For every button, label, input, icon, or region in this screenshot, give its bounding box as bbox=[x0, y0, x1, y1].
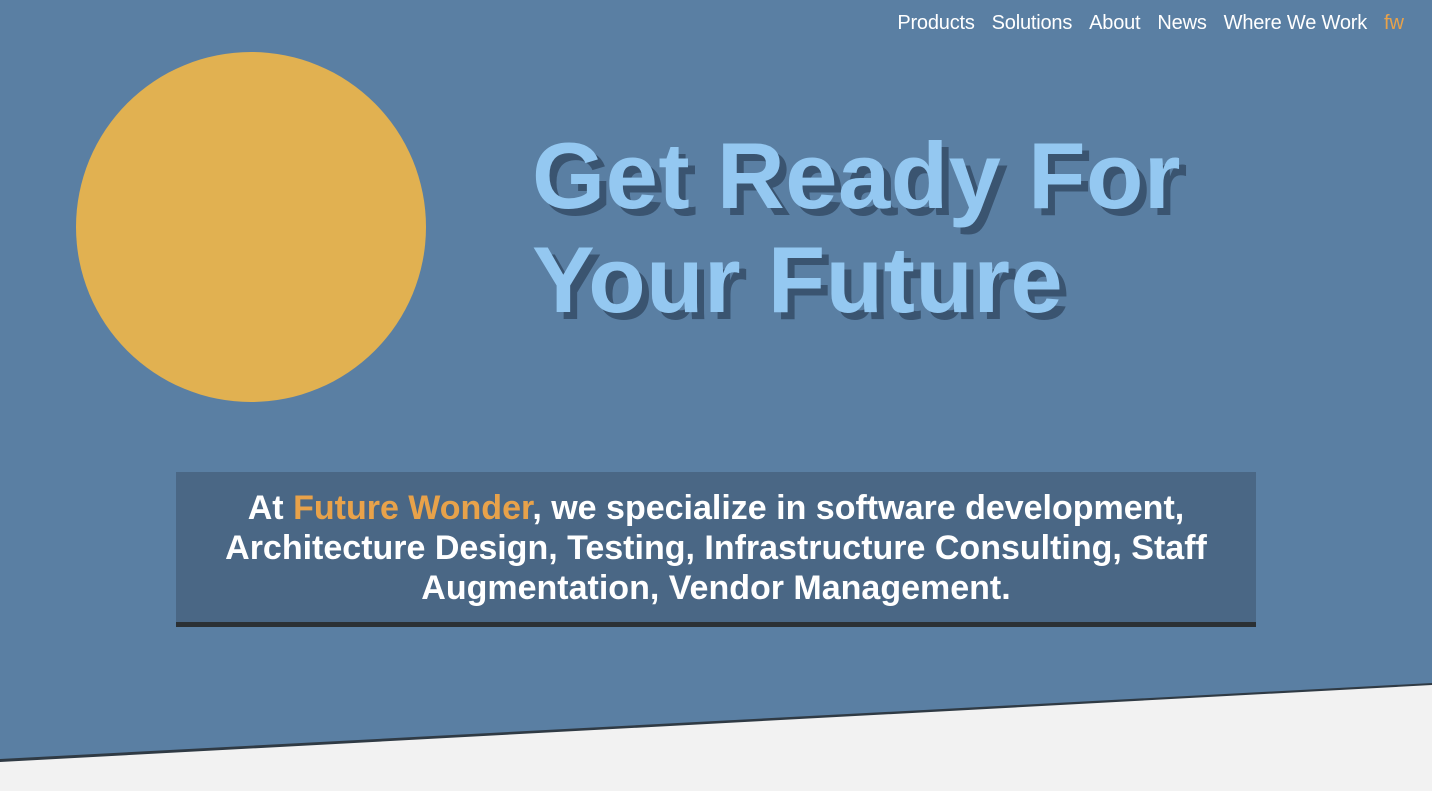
nav-about[interactable]: About bbox=[1089, 12, 1140, 35]
main-nav: Products Solutions About News Where We W… bbox=[897, 12, 1404, 35]
tagline-box: At Future Wonder, we specialize in softw… bbox=[176, 472, 1256, 627]
nav-news[interactable]: News bbox=[1157, 12, 1206, 35]
sun-graphic bbox=[76, 52, 426, 402]
brand-logo[interactable]: fw bbox=[1384, 12, 1404, 35]
nav-products[interactable]: Products bbox=[897, 12, 975, 35]
tagline-text: At Future Wonder, we specialize in softw… bbox=[176, 472, 1256, 608]
brand-name: Future Wonder bbox=[293, 489, 533, 527]
tagline-prefix: At bbox=[247, 489, 294, 527]
nav-where-we-work[interactable]: Where We Work bbox=[1224, 12, 1368, 35]
nav-solutions[interactable]: Solutions bbox=[992, 12, 1073, 35]
hero-headline: Get Ready For Your Future bbox=[532, 123, 1181, 332]
